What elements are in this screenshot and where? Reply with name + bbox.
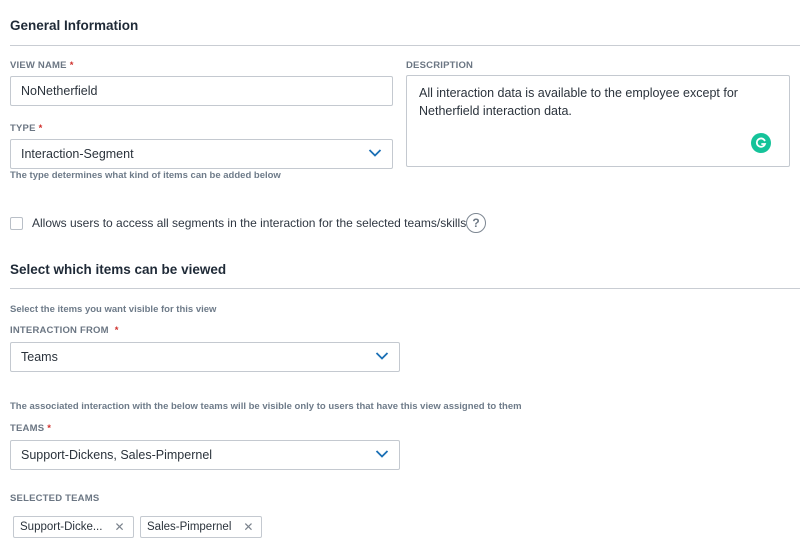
teams-select-value: Support-Dickens, Sales-Pimpernel [21,448,213,462]
help-glyph: ? [472,216,480,230]
teams-label-text: TEAMS [10,423,45,434]
help-icon[interactable]: ? [466,213,486,233]
view-name-value: NoNetherfield [21,84,98,98]
view-name-input[interactable]: NoNetherfield [10,76,393,106]
view-name-label-text: VIEW NAME [10,60,67,71]
selected-team-chip: Sales-Pimpernel ✕ [140,516,263,538]
items-section-title: Select which items can be viewed [10,262,227,277]
close-icon[interactable]: ✕ [243,520,253,534]
interaction-from-label-text: INTERACTION FROM [10,325,109,336]
required-mark: * [114,325,119,336]
type-select[interactable]: Interaction-Segment [10,139,393,169]
description-label: DESCRIPTION [406,60,474,71]
selected-team-chip-label: Sales-Pimpernel [147,521,232,533]
interaction-from-label: INTERACTION FROM * [10,325,119,336]
teams-label: TEAMS * [10,423,51,434]
interaction-from-select[interactable]: Teams [10,342,400,372]
type-label-text: TYPE [10,123,36,134]
type-select-value: Interaction-Segment [21,147,134,161]
description-value: All interaction data is available to the… [419,86,738,118]
grammarly-icon[interactable] [751,133,771,153]
chevron-down-icon [368,149,382,157]
required-mark: * [69,60,74,71]
items-section-divider [10,288,800,289]
type-hint: The type determines what kind of items c… [10,170,281,181]
allow-all-segments-label: Allows users to access all segments in t… [32,216,467,230]
teams-select[interactable]: Support-Dickens, Sales-Pimpernel [10,440,400,470]
close-icon[interactable]: ✕ [114,520,124,534]
chevron-down-icon [375,450,389,458]
view-name-label: VIEW NAME * [10,60,74,71]
required-mark: * [38,123,43,134]
interaction-from-value: Teams [21,350,58,364]
required-mark: * [47,423,52,434]
description-textarea[interactable]: All interaction data is available to the… [406,75,790,167]
chevron-down-icon [375,352,389,360]
selected-teams-label: SELECTED TEAMS [10,493,100,504]
type-label: TYPE * [10,123,43,134]
items-instruction: Select the items you want visible for th… [10,304,217,315]
selected-team-chip-label: Support-Dicke... [20,521,103,533]
allow-all-segments-checkbox[interactable] [10,217,23,230]
general-info-title: General Information [10,18,139,33]
selected-team-chip: Support-Dicke... ✕ [13,516,134,538]
teams-hint: The associated interaction with the belo… [10,401,522,412]
general-info-divider [10,45,800,46]
